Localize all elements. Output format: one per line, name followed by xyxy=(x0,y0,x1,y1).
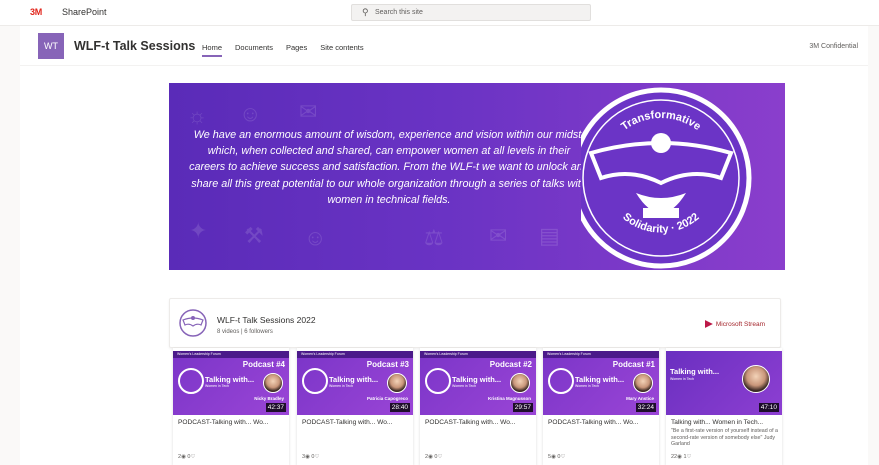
page-canvas: WT WLF-t Talk Sessions Home Documents Pa… xyxy=(20,26,868,465)
channel-title[interactable]: WLF-t Talk Sessions 2022 xyxy=(217,315,316,325)
3m-logo[interactable]: 3M xyxy=(30,7,42,17)
svg-text:Solidarity · 2022: Solidarity · 2022 xyxy=(620,211,701,236)
nav-home[interactable]: Home xyxy=(202,43,223,57)
video-title[interactable]: PODCAST-Talking with... Wo... xyxy=(302,419,410,426)
person-icon: ☺ xyxy=(304,225,327,250)
video-title[interactable]: Talking with... Women in Tech... xyxy=(671,419,779,426)
thumb-header: Women's Leadership Forum xyxy=(424,352,468,356)
tools-icon: ⚒ xyxy=(244,223,264,248)
video-thumbnail[interactable]: Women's Leadership Forum Podcast #2 Talk… xyxy=(420,351,536,415)
thumb-talk: Talking with... xyxy=(205,375,255,384)
video-stats: 2◉ 0♡ xyxy=(425,454,443,460)
thumb-talk: Talking with... xyxy=(329,375,379,384)
nav-documents[interactable]: Documents xyxy=(235,43,273,57)
video-card[interactable]: Women's Leadership Forum Podcast #3 Talk… xyxy=(297,348,413,465)
podcast-badge: Podcast #4 xyxy=(242,360,285,369)
seal-text: Transformative Solidarity · 2022 xyxy=(619,109,703,236)
search-icon: ⚲ xyxy=(362,7,369,17)
speaker-avatar xyxy=(633,373,653,393)
seal-icon xyxy=(302,368,328,394)
network-icon: ✦ xyxy=(189,218,208,243)
speaker-name: Patricia Capogreco xyxy=(366,396,408,401)
duration-badge: 47:10 xyxy=(758,403,779,412)
speaker-avatar xyxy=(263,373,283,393)
nav-pages[interactable]: Pages xyxy=(286,43,307,57)
search-placeholder: Search this site xyxy=(375,9,423,16)
thumb-talk: Talking with... xyxy=(670,367,720,376)
video-thumbnail[interactable]: Women's Leadership Forum Podcast #4 Talk… xyxy=(173,351,289,415)
site-header: WT WLF-t Talk Sessions Home Documents Pa… xyxy=(20,26,868,66)
thumb-talk-sub: Women in Tech xyxy=(670,377,694,381)
stream-label: Microsoft Stream xyxy=(715,320,765,328)
site-title[interactable]: WLF-t Talk Sessions xyxy=(74,39,195,53)
channel-stats: 8 videos | 6 followers xyxy=(217,329,273,335)
video-description: "Be a first-rate version of yourself ins… xyxy=(671,428,778,447)
thumb-talk-sub: Women in Tech xyxy=(452,384,476,388)
thumb-header: Women's Leadership Forum xyxy=(177,352,221,356)
stream-icon xyxy=(704,320,713,328)
speaker-name: Nicky Bradley xyxy=(254,396,284,401)
thumb-talk: Talking with... xyxy=(575,375,625,384)
video-title[interactable]: PODCAST-Talking with... Wo... xyxy=(548,419,656,426)
speaker-name: Mary Anstice xyxy=(626,396,654,401)
video-thumbnail[interactable]: Women's Leadership Forum Podcast #3 Talk… xyxy=(297,351,413,415)
thumb-talk: Talking with... xyxy=(452,375,502,384)
video-stats: 22◉ 1♡ xyxy=(671,454,692,460)
lightbulb-icon: ☼ xyxy=(187,103,208,128)
suite-bar: 3M SharePoint ⚲ Search this site xyxy=(0,0,879,26)
thumb-header: Women's Leadership Forum xyxy=(547,352,591,356)
classification-label: 3M Confidential xyxy=(809,43,858,50)
video-stats: 3◉ 0♡ xyxy=(302,454,320,460)
stream-channel-header[interactable]: WLF-t Talk Sessions 2022 8 videos | 6 fo… xyxy=(169,298,781,348)
video-title[interactable]: PODCAST-Talking with... Wo... xyxy=(425,419,533,426)
video-thumbnail[interactable]: Talking with... Women in Tech 47:10 xyxy=(666,351,782,415)
app-name[interactable]: SharePoint xyxy=(62,7,107,17)
site-nav: Home Documents Pages Site contents xyxy=(202,43,377,57)
hero-banner: ☼ ☺ ✉ ✦ ⚒ ☺ ⚖ ✉ ▤ We have an enormous am… xyxy=(169,83,785,270)
podcast-badge: Podcast #3 xyxy=(366,360,409,369)
thumb-talk-sub: Women in Tech xyxy=(575,384,599,388)
video-stats: 5◉ 0♡ xyxy=(548,454,566,460)
video-card[interactable]: Women's Leadership Forum Podcast #2 Talk… xyxy=(420,348,536,465)
video-thumbnail[interactable]: Women's Leadership Forum Podcast #1 Talk… xyxy=(543,351,659,415)
speaker-avatar xyxy=(387,373,407,393)
seal-icon xyxy=(548,368,574,394)
duration-badge: 28:40 xyxy=(389,403,410,412)
thumb-header: Women's Leadership Forum xyxy=(301,352,345,356)
speaker-avatar xyxy=(742,365,770,393)
duration-badge: 29:57 xyxy=(512,403,533,412)
podcast-badge: Podcast #1 xyxy=(612,360,655,369)
thumb-talk-sub: Women in Tech xyxy=(329,384,353,388)
seal-icon xyxy=(178,368,204,394)
thumb-talk-sub: Women in Tech xyxy=(205,384,229,388)
site-logo[interactable]: WT xyxy=(38,33,64,59)
video-card[interactable]: Women's Leadership Forum Podcast #1 Talk… xyxy=(543,348,659,465)
seal-top-text: Transformative xyxy=(619,109,703,133)
video-stats: 2◉ 0♡ xyxy=(178,454,196,460)
stairs-icon: ▤ xyxy=(539,223,560,248)
chat-icon: ✉ xyxy=(489,223,508,248)
chat-icon: ✉ xyxy=(299,99,318,124)
microsoft-stream-link[interactable]: Microsoft Stream xyxy=(704,320,765,328)
video-card[interactable]: Women's Leadership Forum Podcast #4 Talk… xyxy=(173,348,289,465)
scale-icon: ⚖ xyxy=(424,225,444,250)
video-title[interactable]: PODCAST-Talking with... Wo... xyxy=(178,419,286,426)
search-box[interactable]: ⚲ Search this site xyxy=(351,4,591,21)
seal-icon xyxy=(425,368,451,394)
speaker-avatar xyxy=(510,373,530,393)
svg-text:Transformative: Transformative xyxy=(619,109,703,133)
video-list: Women's Leadership Forum Podcast #4 Talk… xyxy=(173,348,785,465)
banner-quote: We have an enormous amount of wisdom, ex… xyxy=(189,129,589,206)
person-icon: ☺ xyxy=(239,101,262,126)
channel-seal-icon xyxy=(179,309,207,337)
speaker-name: Kristina Magnusson xyxy=(487,396,531,401)
seal-bottom-text: Solidarity · 2022 xyxy=(620,211,701,236)
nav-site-contents[interactable]: Site contents xyxy=(320,43,363,57)
duration-badge: 32:24 xyxy=(635,403,656,412)
podcast-badge: Podcast #2 xyxy=(489,360,532,369)
video-card[interactable]: Talking with... Women in Tech 47:10 Talk… xyxy=(666,348,782,465)
duration-badge: 42:37 xyxy=(265,403,286,412)
